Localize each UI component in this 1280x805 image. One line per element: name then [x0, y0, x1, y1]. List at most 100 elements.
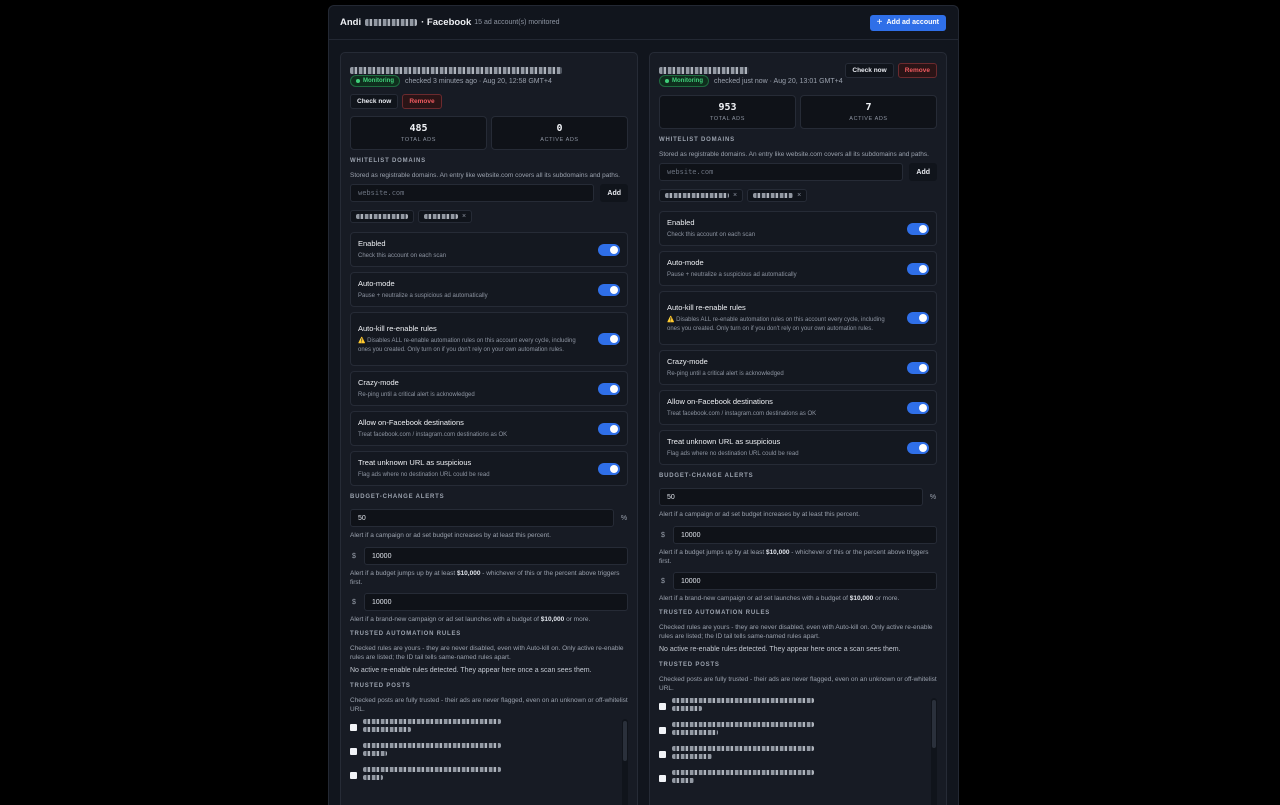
posts-help: Checked posts are fully trusted - their … — [350, 697, 628, 713]
warning-icon: ⚠️ — [358, 338, 366, 344]
whitelist-help: Stored as registrable domains. An entry … — [350, 172, 620, 179]
close-icon[interactable]: × — [733, 192, 737, 199]
toggle-on-facebook: Allow on-Facebook destinations Treat face… — [659, 390, 937, 425]
whitelist-domain-input[interactable]: website.com — [350, 184, 595, 202]
unknown-url-switch[interactable] — [598, 462, 620, 475]
enabled-switch[interactable] — [598, 243, 620, 256]
plus-icon: + — [876, 16, 883, 28]
posts-title: TRUSTED POSTS — [659, 662, 720, 668]
unknown-url-switch[interactable] — [907, 441, 929, 454]
monitored-count: 15 ad account(s) monitored — [474, 19, 560, 26]
budget-jump-input[interactable]: 10000 — [364, 547, 628, 565]
domain-chip: × — [659, 189, 744, 202]
total-ads-stat: 485 TOTAL ADS — [350, 116, 487, 150]
toggle-auto-mode: Auto-mode Pause + neutralize a suspicious… — [350, 272, 628, 307]
auto-mode-switch[interactable] — [907, 262, 929, 275]
platform-label: · Facebook — [421, 17, 472, 28]
redacted-domain — [424, 214, 458, 219]
post-checkbox[interactable] — [350, 748, 357, 755]
post-list-scrollbar[interactable] — [931, 698, 937, 805]
budget-new-input[interactable]: 10000 — [673, 572, 937, 590]
rules-help: Checked rules are yours - they are never… — [659, 624, 933, 640]
close-icon[interactable]: × — [462, 213, 466, 220]
list-item[interactable] — [659, 722, 937, 738]
post-list — [350, 719, 628, 805]
rules-title: TRUSTED AUTOMATION RULES — [350, 631, 462, 637]
domain-chip — [350, 210, 414, 223]
enabled-switch[interactable] — [907, 222, 929, 235]
budget-percent-help: Alert if a campaign or ad set budget inc… — [350, 532, 551, 539]
check-now-button[interactable]: Check now — [350, 94, 399, 109]
account-card: Monitoring checked 3 minutes ago · Aug 2… — [340, 52, 638, 805]
rules-help: Checked rules are yours - they are never… — [350, 645, 624, 661]
post-checkbox[interactable] — [659, 703, 666, 710]
toggle-auto-mode: Auto-mode Pause + neutralize a suspicious… — [659, 251, 937, 286]
list-item[interactable] — [659, 746, 937, 762]
add-domain-button[interactable]: Add — [600, 184, 628, 202]
redacted-domain — [356, 214, 408, 219]
post-checkbox[interactable] — [659, 751, 666, 758]
toggle-on-facebook: Allow on-Facebook destinations Treat face… — [350, 411, 628, 446]
crazy-mode-switch[interactable] — [907, 361, 929, 374]
toggle-crazy-mode: Crazy-mode Re-ping until a critical alert… — [350, 371, 628, 406]
toggle-enabled: Enabled Check this account on each scan — [659, 211, 937, 246]
rules-title: TRUSTED AUTOMATION RULES — [659, 610, 771, 616]
redacted-domain — [753, 193, 794, 198]
toggle-auto-kill: Auto-kill re-enable rules ⚠️ Disables ALL… — [659, 291, 937, 345]
post-checkbox[interactable] — [350, 724, 357, 731]
last-checked: checked just now · Aug 20, 13:01 GMT+4 — [714, 77, 843, 85]
list-item[interactable] — [350, 719, 628, 735]
toggle-unknown-url: Treat unknown URL as suspicious Flag ads … — [350, 451, 628, 486]
auto-mode-switch[interactable] — [598, 283, 620, 296]
add-domain-button[interactable]: Add — [909, 163, 937, 181]
warning-icon: ⚠️ — [667, 317, 675, 323]
whitelist-title: WHITELIST DOMAINS — [659, 137, 735, 143]
post-list-scrollbar[interactable] — [622, 719, 628, 805]
status-badge: Monitoring — [659, 75, 709, 87]
toggle-enabled: Enabled Check this account on each scan — [350, 232, 628, 267]
budget-jump-help: Alert if a budget jumps up by at least $… — [659, 549, 929, 565]
rules-empty: No active re-enable rules detected. They… — [350, 667, 592, 674]
whitelist-domain-input[interactable]: website.com — [659, 163, 904, 181]
on-facebook-switch[interactable] — [598, 422, 620, 435]
add-ad-account-button[interactable]: + Add ad account — [869, 14, 946, 31]
account-card: Check now Remove Monitoring checked just… — [649, 52, 947, 805]
budget-percent-input[interactable]: 50 — [350, 509, 614, 527]
post-checkbox[interactable] — [659, 727, 666, 734]
budget-jump-help: Alert if a budget jumps up by at least $… — [350, 570, 620, 586]
close-icon[interactable]: × — [797, 192, 801, 199]
post-checkbox[interactable] — [350, 772, 357, 779]
crazy-mode-switch[interactable] — [598, 382, 620, 395]
list-item[interactable] — [659, 698, 937, 714]
active-ads-stat: 0 ACTIVE ADS — [491, 116, 628, 150]
post-checkbox[interactable] — [659, 775, 666, 782]
post-list — [659, 698, 937, 805]
budget-new-input[interactable]: 10000 — [364, 593, 628, 611]
on-facebook-switch[interactable] — [907, 401, 929, 414]
budget-new-help: Alert if a brand-new campaign or ad set … — [659, 595, 900, 602]
dot-icon — [665, 79, 669, 83]
budget-new-help: Alert if a brand-new campaign or ad set … — [350, 616, 591, 623]
budget-percent-help: Alert if a campaign or ad set budget inc… — [659, 511, 860, 518]
remove-button[interactable]: Remove — [402, 94, 442, 109]
whitelist-help: Stored as registrable domains. An entry … — [659, 151, 929, 158]
toggle-crazy-mode: Crazy-mode Re-ping until a critical alert… — [659, 350, 937, 385]
active-ads-stat: 7 ACTIVE ADS — [800, 95, 937, 129]
whitelist-title: WHITELIST DOMAINS — [350, 158, 426, 164]
redacted-owner-name — [365, 19, 418, 26]
total-ads-stat: 953 TOTAL ADS — [659, 95, 796, 129]
list-item[interactable] — [350, 767, 628, 783]
posts-help: Checked posts are fully trusted - their … — [659, 676, 937, 692]
app-shell: Andi · Facebook 15 ad account(s) monitor… — [328, 5, 959, 805]
domain-chip: × — [747, 189, 808, 202]
auto-kill-switch[interactable] — [907, 312, 929, 324]
domain-chip: × — [418, 210, 473, 223]
list-item[interactable] — [350, 743, 628, 759]
auto-kill-switch[interactable] — [598, 333, 620, 345]
top-bar: Andi · Facebook 15 ad account(s) monitor… — [329, 6, 958, 40]
status-badge: Monitoring — [350, 75, 400, 87]
budget-jump-input[interactable]: 10000 — [673, 526, 937, 544]
list-item[interactable] — [659, 770, 937, 786]
budget-percent-input[interactable]: 50 — [659, 488, 923, 506]
toggle-auto-kill: Auto-kill re-enable rules ⚠️ Disables ALL… — [350, 312, 628, 366]
